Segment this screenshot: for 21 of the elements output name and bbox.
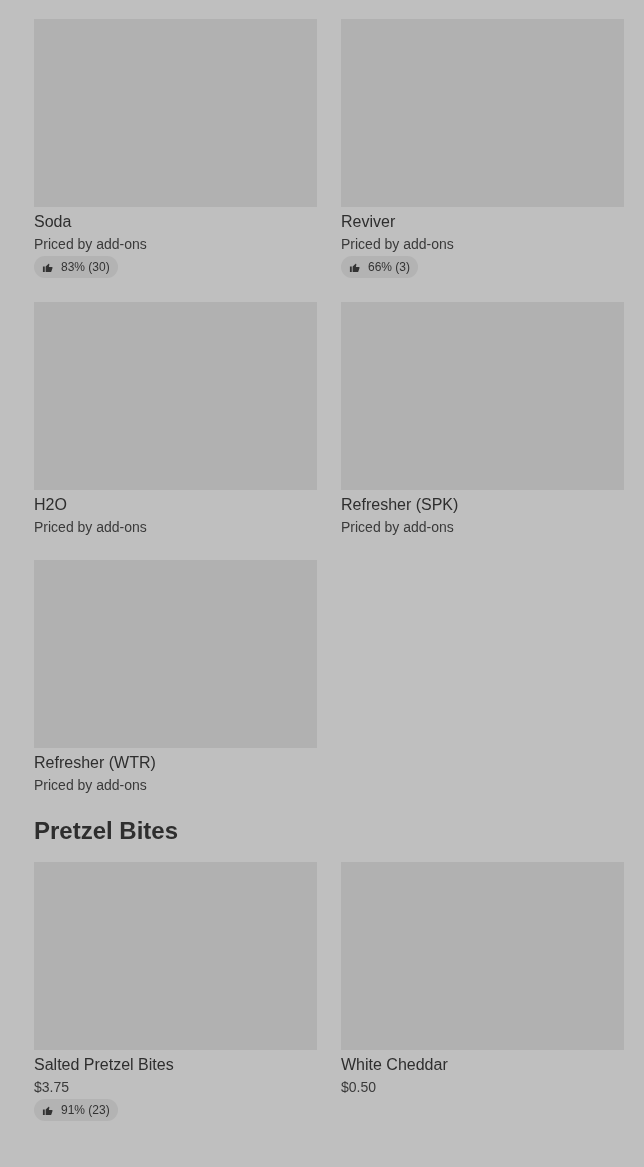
item-name: Reviver: [341, 212, 397, 232]
item-price: Priced by add-ons: [34, 235, 148, 253]
item-price: Priced by add-ons: [341, 235, 455, 253]
rating-text: 83% (30): [61, 259, 110, 276]
item-name: H2O: [34, 495, 68, 515]
item-price: Priced by add-ons: [341, 518, 455, 536]
item-name: Salted Pretzel Bites: [34, 1055, 175, 1075]
section-heading: Pretzel Bites: [34, 816, 180, 846]
item-price: Priced by add-ons: [34, 518, 148, 536]
item-name: Refresher (WTR): [34, 753, 157, 773]
item-name: Soda: [34, 212, 73, 232]
thumbs-up-icon: [349, 261, 360, 273]
thumbs-up-icon: [42, 1104, 53, 1116]
item-name: Refresher (SPK): [341, 495, 460, 515]
item-price: $3.75: [34, 1078, 71, 1096]
item-price: $0.50: [341, 1078, 378, 1096]
item-price: Priced by add-ons: [34, 776, 148, 794]
item-name: White Cheddar: [341, 1055, 449, 1075]
rating-text: 91% (23): [61, 1102, 110, 1119]
thumbs-up-icon: [42, 261, 53, 273]
rating-text: 66% (3): [368, 259, 411, 276]
